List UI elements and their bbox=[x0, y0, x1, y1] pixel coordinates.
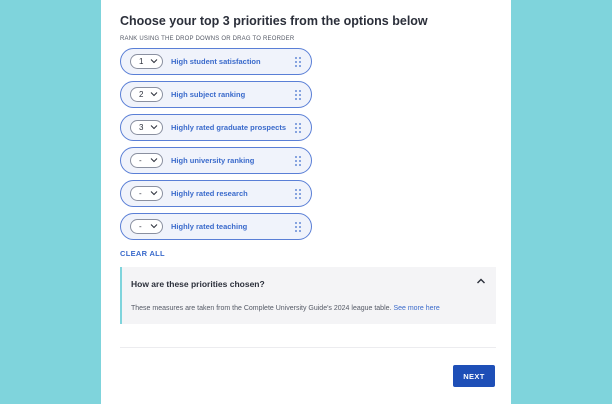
next-button[interactable]: NEXT bbox=[453, 365, 495, 387]
chevron-down-icon bbox=[150, 59, 158, 64]
priority-label: High university ranking bbox=[171, 156, 255, 165]
accordion-title[interactable]: How are these priorities chosen? bbox=[131, 279, 265, 289]
priority-label: Highly rated research bbox=[171, 189, 248, 198]
clear-all-link[interactable]: CLEAR ALL bbox=[120, 249, 165, 258]
see-more-link[interactable]: See more here bbox=[393, 305, 439, 312]
accordion-body: These measures are taken from the Comple… bbox=[131, 305, 440, 312]
chevron-down-icon bbox=[150, 224, 158, 229]
priority-item[interactable]: 2 High subject ranking bbox=[120, 81, 312, 108]
accordion-body-text: These measures are taken from the Comple… bbox=[131, 305, 392, 312]
rank-select[interactable]: 1 bbox=[130, 54, 163, 69]
chevron-up-icon[interactable] bbox=[476, 277, 486, 285]
drag-handle-icon[interactable] bbox=[295, 222, 301, 232]
chevron-down-icon bbox=[150, 92, 158, 97]
chevron-down-icon bbox=[150, 125, 158, 130]
rank-select[interactable]: 2 bbox=[130, 87, 163, 102]
priority-item[interactable]: 3 Highly rated graduate prospects bbox=[120, 114, 312, 141]
rank-select[interactable]: 3 bbox=[130, 120, 163, 135]
drag-handle-icon[interactable] bbox=[295, 57, 301, 67]
priorities-card: Choose your top 3 priorities from the op… bbox=[101, 0, 511, 404]
priority-item[interactable]: - Highly rated research bbox=[120, 180, 312, 207]
rank-value: - bbox=[139, 222, 142, 231]
priority-label: High subject ranking bbox=[171, 90, 246, 99]
rank-select[interactable]: - bbox=[130, 219, 163, 234]
priority-item[interactable]: - High university ranking bbox=[120, 147, 312, 174]
divider bbox=[120, 347, 496, 348]
drag-handle-icon[interactable] bbox=[295, 90, 301, 100]
rank-value: - bbox=[139, 189, 142, 198]
priority-label: High student satisfaction bbox=[171, 57, 261, 66]
drag-handle-icon[interactable] bbox=[295, 189, 301, 199]
rank-value: 3 bbox=[139, 123, 144, 132]
chevron-down-icon bbox=[150, 158, 158, 163]
instructions: RANK USING THE DROP DOWNS OR DRAG TO REO… bbox=[120, 36, 295, 42]
rank-select[interactable]: - bbox=[130, 186, 163, 201]
rank-select[interactable]: - bbox=[130, 153, 163, 168]
priority-item[interactable]: - Highly rated teaching bbox=[120, 213, 312, 240]
priority-label: Highly rated graduate prospects bbox=[171, 123, 287, 132]
page-title: Choose your top 3 priorities from the op… bbox=[120, 14, 428, 28]
drag-handle-icon[interactable] bbox=[295, 156, 301, 166]
priority-label: Highly rated teaching bbox=[171, 222, 248, 231]
chevron-down-icon bbox=[150, 191, 158, 196]
rank-value: 1 bbox=[139, 57, 144, 66]
priority-item[interactable]: 1 High student satisfaction bbox=[120, 48, 312, 75]
priorities-info-accordion: How are these priorities chosen? These m… bbox=[120, 267, 496, 324]
rank-value: 2 bbox=[139, 90, 144, 99]
rank-value: - bbox=[139, 156, 142, 165]
drag-handle-icon[interactable] bbox=[295, 123, 301, 133]
